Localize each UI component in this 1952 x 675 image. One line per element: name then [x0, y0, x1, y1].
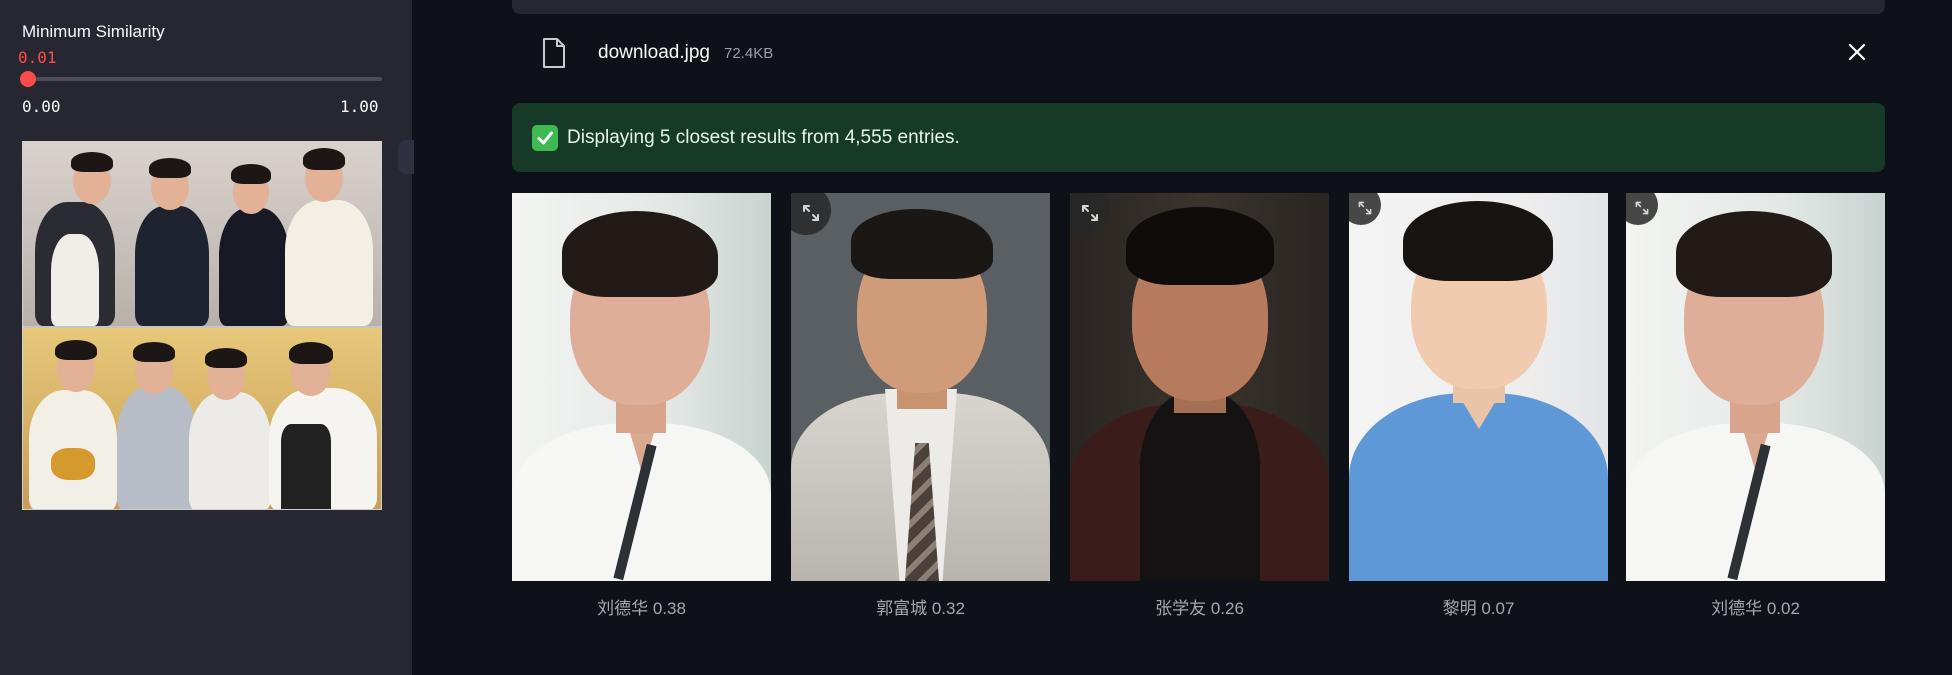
result-caption: 刘德华 0.38: [597, 599, 686, 618]
result-caption: 郭富城 0.32: [876, 599, 965, 618]
similarity-slider[interactable]: [19, 71, 382, 87]
check-mark-icon: [532, 125, 558, 151]
remove-file-button[interactable]: [1843, 38, 1871, 66]
result-image: [1070, 193, 1329, 581]
expand-icon[interactable]: [1634, 200, 1650, 216]
success-message: Displaying 5 closest results from 4,555 …: [567, 127, 960, 148]
success-alert: Displaying 5 closest results from 4,555 …: [512, 103, 1885, 172]
slider-label: Minimum Similarity: [22, 22, 165, 41]
file-icon: [543, 38, 565, 68]
slider-max-label: 1.00: [340, 97, 379, 116]
expand-icon[interactable]: [801, 203, 821, 223]
result-image: [1626, 193, 1885, 581]
result-caption: 刘德华 0.02: [1711, 599, 1800, 618]
result-caption: 黎明 0.07: [1442, 599, 1515, 618]
uploaded-file-row: download.jpg 72.4KB: [512, 28, 1885, 78]
result-image: [1349, 193, 1608, 581]
main-content: download.jpg 72.4KB Displaying 5 closest…: [412, 0, 1952, 675]
result-image: [791, 193, 1050, 581]
result-image: [512, 193, 771, 581]
slider-thumb[interactable]: [19, 71, 36, 87]
file-size: 72.4KB: [724, 45, 774, 62]
sidebar: Minimum Similarity 0.01 0.00 1.00: [0, 0, 412, 675]
file-name: download.jpg: [598, 42, 710, 63]
expand-icon[interactable]: [1357, 200, 1373, 216]
close-icon[interactable]: [1848, 43, 1866, 61]
file-uploader-dropzone[interactable]: [512, 0, 1885, 14]
expand-icon[interactable]: [1080, 203, 1100, 223]
query-image: [22, 141, 382, 510]
result-caption: 张学友 0.26: [1155, 599, 1244, 618]
slider-min-label: 0.00: [22, 97, 61, 116]
slider-value: 0.01: [18, 48, 57, 67]
